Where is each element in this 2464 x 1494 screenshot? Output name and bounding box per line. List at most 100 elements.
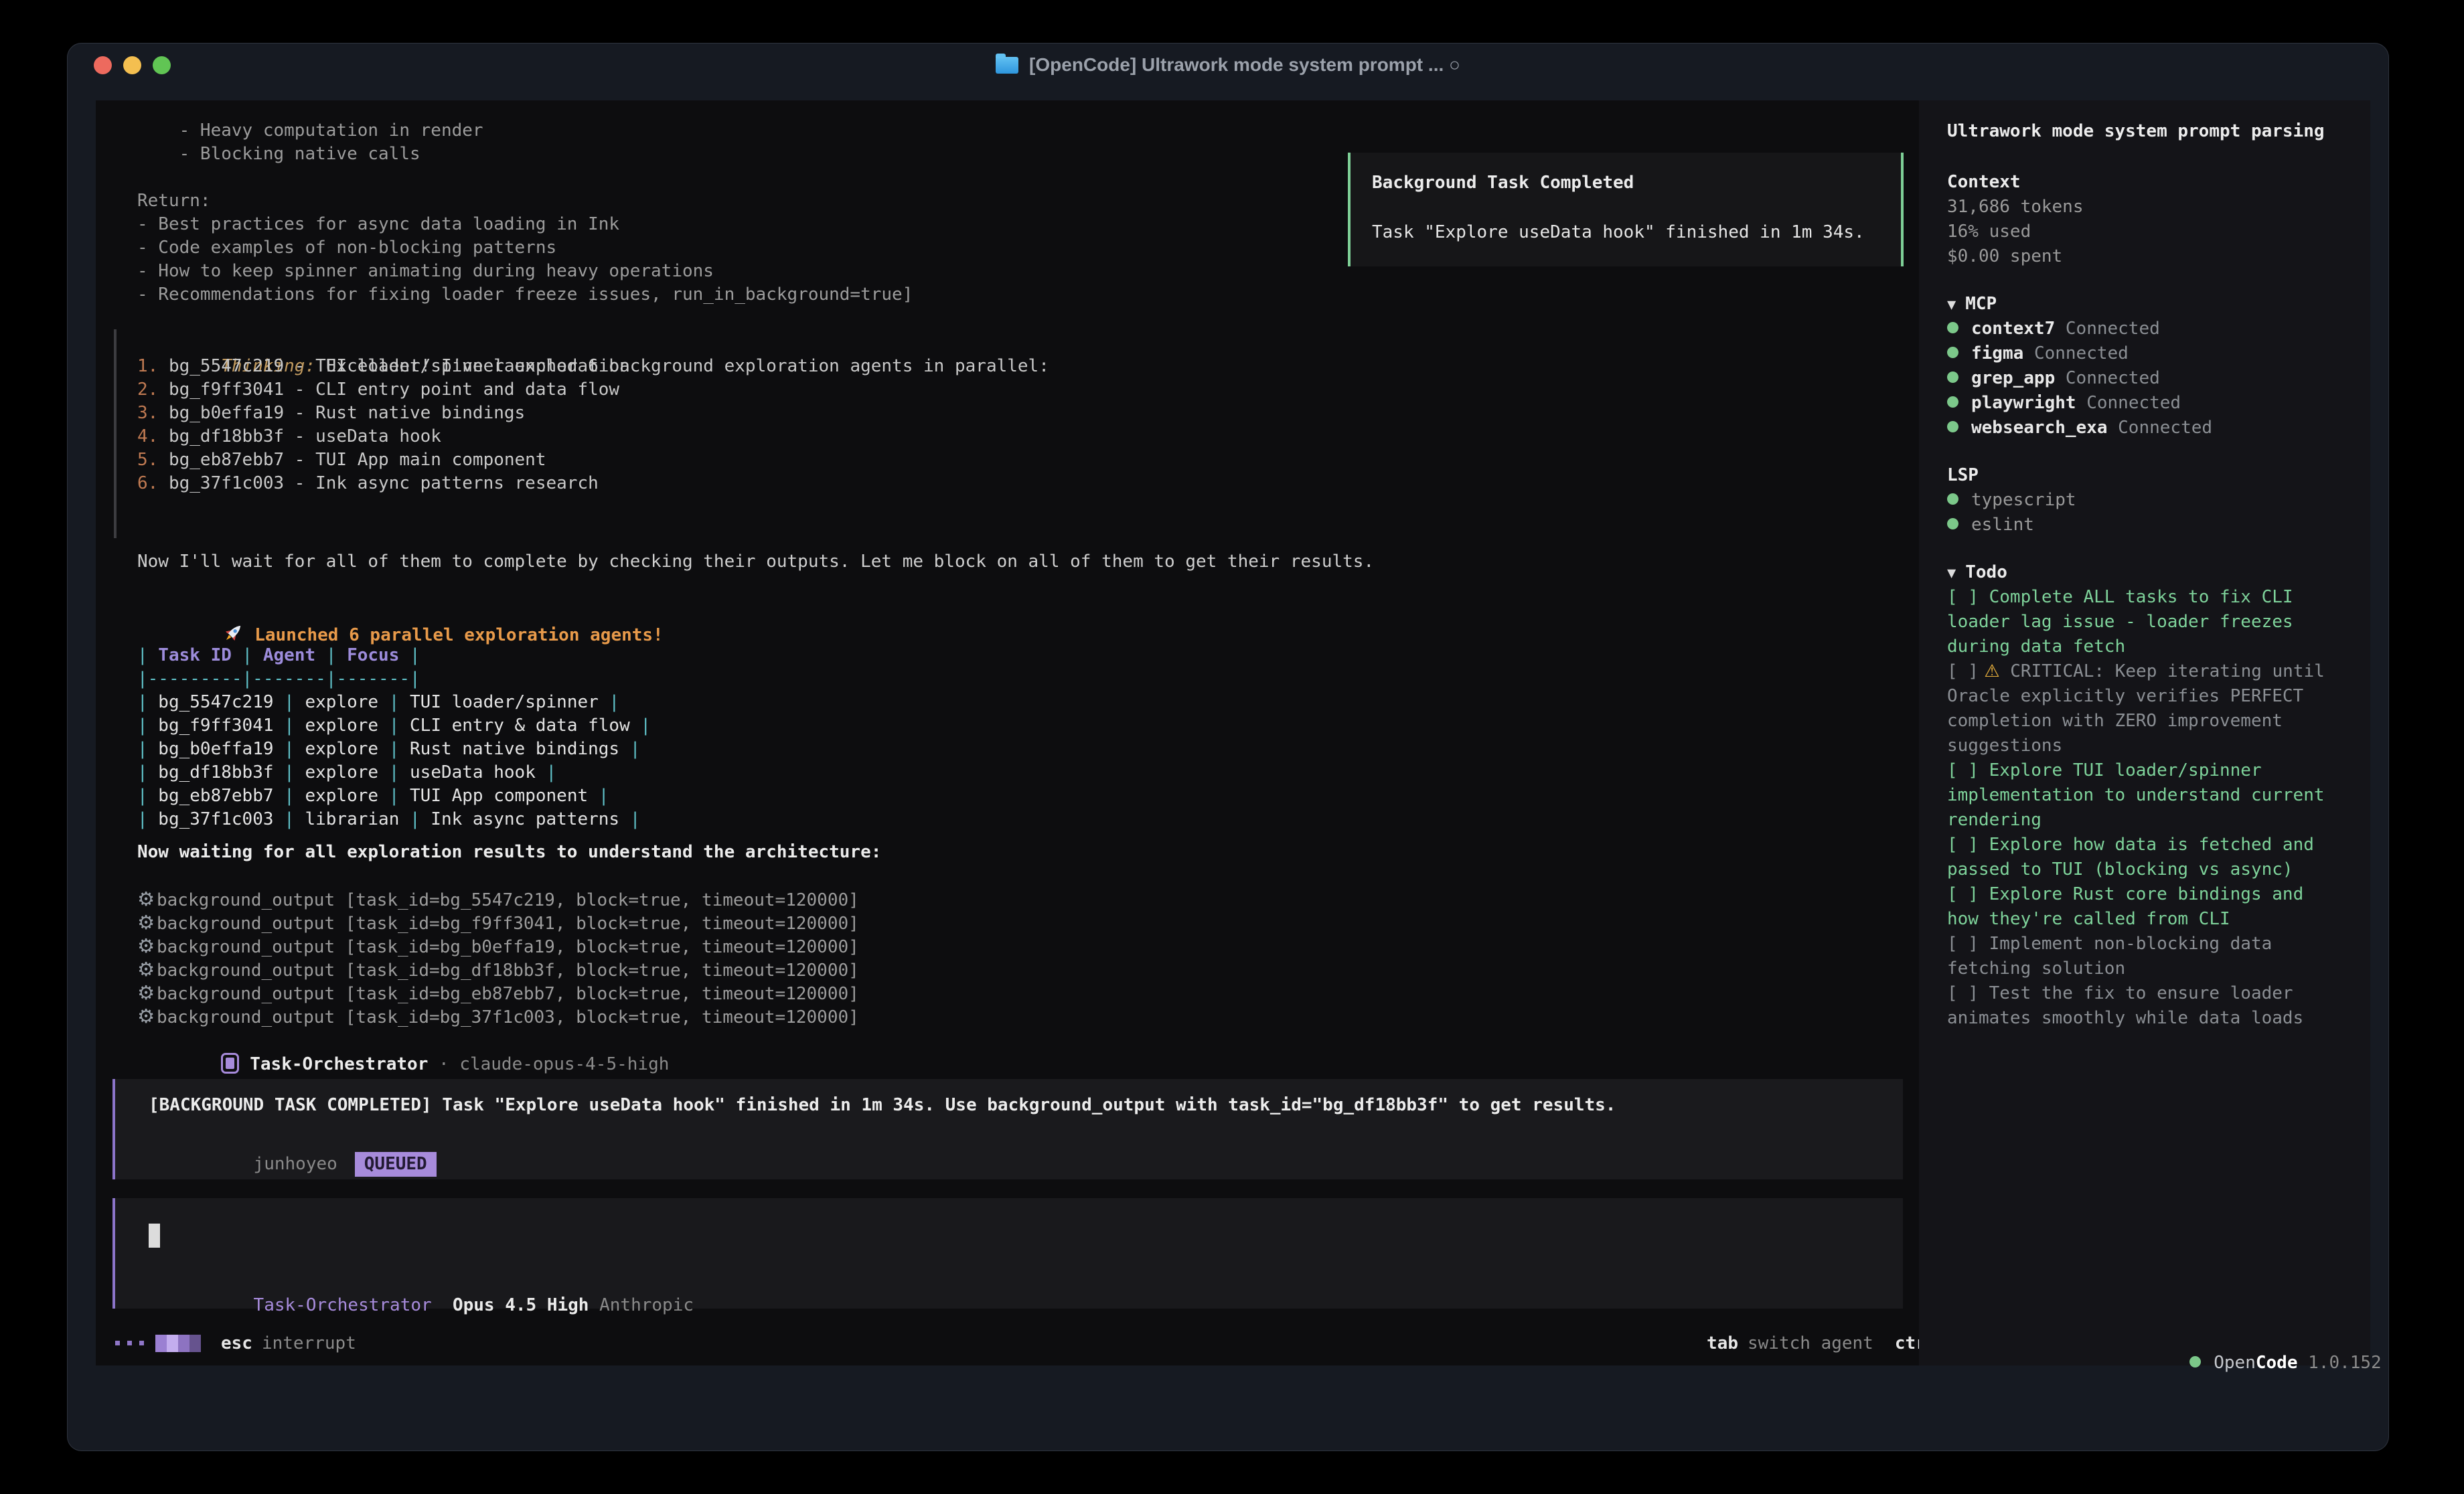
- table-row: | bg_df18bb3f | explore | useData hook |: [137, 761, 556, 784]
- spinner-dot: [127, 1341, 132, 1345]
- mcp-server: grep_app Connected: [1947, 366, 2160, 391]
- mcp-server: playwright Connected: [1947, 391, 2181, 416]
- gear-icon: ⚙: [137, 1005, 155, 1027]
- rocket-icon: [221, 621, 245, 645]
- tool-result-line: - Best practices for async data loading …: [137, 213, 619, 236]
- queued-row: junhoyeo QUEUED: [149, 1129, 437, 1200]
- tool-call: ⚙background_output [task_id=bg_37f1c003,…: [137, 1005, 859, 1028]
- mcp-heading[interactable]: ▼MCP: [1947, 292, 1997, 317]
- tool-call: ⚙background_output [task_id=bg_5547c219,…: [137, 888, 859, 911]
- background-task-message: [BACKGROUND TASK COMPLETED] Task "Explor…: [112, 1079, 1903, 1179]
- thinking-item: 2. bg_f9ff3041 - CLI entry point and dat…: [137, 378, 619, 402]
- app-version-footer: OpenCode 1.0.152: [2106, 1326, 2382, 1400]
- status-bar: esc interrupt tab switch agent ctrl+p co…: [96, 1321, 2076, 1365]
- thinking-item: 5. bg_eb87ebb7 - TUI App main component: [137, 448, 546, 472]
- table-header: | Task ID | Agent | Focus |: [137, 644, 420, 667]
- tool-result-line: - Code examples of non-blocking patterns: [137, 236, 556, 260]
- prompt-input[interactable]: Task-Orchestrator Opus 4.5 High Anthropi…: [112, 1198, 1903, 1309]
- thinking-item: 1. bg_5547c219 - TUI loader/spinner expl…: [137, 355, 630, 378]
- input-provider: Anthropic: [599, 1295, 694, 1315]
- assistant-text: Now waiting for all exploration results …: [137, 841, 881, 864]
- assistant-text: Now I'll wait for all of them to complet…: [137, 550, 1374, 574]
- context-heading: Context: [1947, 170, 2021, 195]
- tool-result-line: - How to keep spinner animating during h…: [137, 260, 714, 283]
- spinner-dot: [139, 1341, 144, 1345]
- spinner-block: [189, 1335, 201, 1352]
- input-agent-name[interactable]: Task-Orchestrator: [254, 1295, 432, 1315]
- status-dot-icon: [1947, 371, 1958, 383]
- context-spent: $0.00 spent: [1947, 244, 2062, 269]
- gear-icon: ⚙: [137, 958, 155, 981]
- status-sidebar: Ultrawork mode system prompt parsing Con…: [1919, 100, 2370, 1365]
- gear-icon: ⚙: [137, 911, 155, 934]
- input-model[interactable]: Opus 4.5 High: [453, 1295, 589, 1315]
- table-row: | bg_5547c219 | explore | TUI loader/spi…: [137, 691, 619, 714]
- background-task-text: [BACKGROUND TASK COMPLETED] Task "Explor…: [149, 1094, 1616, 1117]
- tool-result-line: Return:: [137, 189, 211, 213]
- chat-area: - Heavy computation in render - Blocking…: [96, 100, 1919, 1365]
- tab-key-label: switch agent: [1748, 1333, 1873, 1353]
- thinking-item: 3. bg_b0effa19 - Rust native bindings: [137, 402, 525, 425]
- lsp-heading: LSP: [1947, 463, 1979, 488]
- window-title: [OpenCode] Ultrawork mode system prompt …: [1029, 54, 1460, 76]
- tool-call: ⚙background_output [task_id=bg_b0effa19,…: [137, 934, 859, 958]
- agent-icon: [221, 1053, 239, 1074]
- thinking-block-border: [114, 329, 117, 538]
- table-row: | bg_b0effa19 | explore | Rust native bi…: [137, 738, 640, 761]
- table-row: | bg_37f1c003 | librarian | Ink async pa…: [137, 808, 640, 831]
- todo-list: [ ] Complete ALL tasks to fix CLI loader…: [1947, 585, 2326, 1031]
- thinking-intro: Thinking: Excellent! I've launched 6 bac…: [137, 331, 1049, 355]
- mcp-server: websearch_exa Connected: [1947, 416, 2212, 440]
- status-dot-icon: [1947, 347, 1958, 358]
- spinner-dot: [115, 1341, 120, 1345]
- lsp-server: eslint: [1947, 513, 2034, 537]
- chevron-down-icon: ▼: [1947, 297, 1956, 313]
- tab-key-hint: tab: [1707, 1333, 1738, 1353]
- todo-item: [ ] ⚠ CRITICAL: Keep iterating until Ora…: [1947, 659, 2326, 758]
- todo-heading[interactable]: ▼Todo: [1947, 560, 2007, 586]
- notification-toast[interactable]: Background Task Completed Task "Explore …: [1348, 153, 1904, 266]
- status-dot-icon: [1947, 396, 1958, 408]
- text-cursor: [149, 1224, 160, 1248]
- spinner-block: [167, 1335, 178, 1352]
- folder-icon: [996, 57, 1018, 74]
- agent-attribution: Task-Orchestrator · claude-opus-4-5-high: [137, 1029, 669, 1053]
- context-used: 16% used: [1947, 220, 2031, 244]
- status-dot-icon: [1947, 518, 1958, 529]
- table-row: | bg_f9ff3041 | explore | CLI entry & da…: [137, 714, 651, 738]
- tool-call: ⚙background_output [task_id=bg_f9ff3041,…: [137, 911, 859, 934]
- esc-key-hint: esc: [221, 1333, 252, 1353]
- status-dot-icon: [1947, 493, 1958, 505]
- tool-call: ⚙background_output [task_id=bg_eb87ebb7,…: [137, 981, 859, 1005]
- warning-icon: ⚠: [1979, 661, 2000, 681]
- table-separator: |---------|-------|-------|: [137, 667, 420, 691]
- context-tokens: 31,686 tokens: [1947, 195, 2084, 220]
- todo-item: [ ] Explore TUI loader/spinner implement…: [1947, 758, 2326, 833]
- status-dot-icon: [1947, 322, 1958, 333]
- spinner-block: [178, 1335, 189, 1352]
- tool-result-line: - Blocking native calls: [137, 143, 420, 166]
- esc-key-label: interrupt: [262, 1333, 356, 1353]
- table-row: | bg_eb87ebb7 | explore | TUI App compon…: [137, 784, 609, 808]
- username: junhoyeo: [254, 1154, 337, 1174]
- status-badge: QUEUED: [355, 1152, 437, 1177]
- todo-item: [ ] Explore how data is fetched and pass…: [1947, 833, 2326, 882]
- status-dot-icon: [1947, 421, 1958, 432]
- gear-icon: ⚙: [137, 934, 155, 957]
- session-title: Ultrawork mode system prompt parsing: [1947, 119, 2325, 144]
- gear-icon: ⚙: [137, 888, 155, 910]
- lsp-server: typescript: [1947, 488, 2076, 513]
- spinner-block: [155, 1335, 167, 1352]
- tool-result-line: - Recommendations for fixing loader free…: [137, 283, 913, 307]
- chevron-down-icon: ▼: [1947, 565, 1956, 582]
- notification-title: Background Task Completed: [1372, 171, 1634, 195]
- tool-result-line: - Heavy computation in render: [137, 119, 483, 143]
- launch-line: Launched 6 parallel exploration agents!: [137, 598, 664, 621]
- mcp-server: context7 Connected: [1947, 317, 2160, 341]
- mcp-server: figma Connected: [1947, 341, 2129, 366]
- gear-icon: ⚙: [137, 981, 155, 1004]
- titlebar: [OpenCode] Ultrawork mode system prompt …: [67, 43, 2389, 87]
- todo-item: [ ] Explore Rust core bindings and how t…: [1947, 882, 2326, 932]
- tool-call: ⚙background_output [task_id=bg_df18bb3f,…: [137, 958, 859, 981]
- thinking-item: 4. bg_df18bb3f - useData hook: [137, 425, 441, 448]
